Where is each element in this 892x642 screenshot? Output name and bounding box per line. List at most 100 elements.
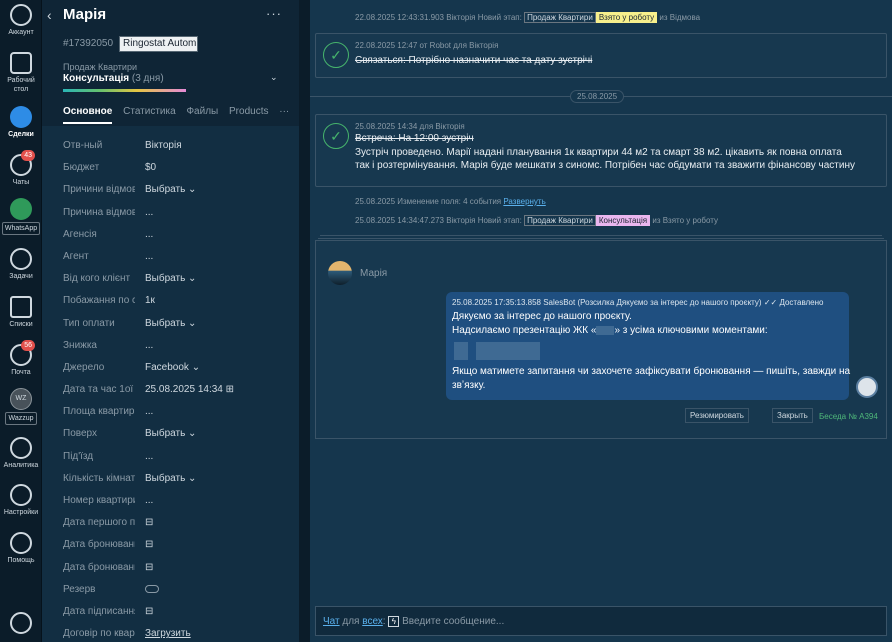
calendar-icon[interactable]: ⊟ bbox=[145, 562, 153, 573]
message-input[interactable]: Введите сообщение... bbox=[402, 616, 504, 627]
recipient-select[interactable]: всех bbox=[362, 616, 383, 627]
conversation-id[interactable]: Беседа № А394 bbox=[819, 412, 878, 421]
nav-rail: Аккаунт Рабочий стол Сделки 43 Чаты What… bbox=[0, 0, 42, 642]
field-value[interactable]: ... bbox=[145, 229, 153, 240]
composer-row: Чат для всех: ϟ Введите сообщение... bbox=[323, 616, 505, 627]
field-value[interactable]: Выбрать ⌄ bbox=[145, 428, 196, 439]
field-value[interactable]: Выбрать ⌄ bbox=[145, 473, 196, 484]
field-row: Агенсія... bbox=[63, 224, 299, 246]
field-value[interactable]: Выбрать ⌄ bbox=[145, 184, 196, 195]
chat-type-select[interactable]: Чат bbox=[323, 616, 340, 627]
nav-chats[interactable]: 43 Чаты bbox=[0, 150, 42, 187]
stack-edge bbox=[320, 235, 882, 236]
field-value[interactable]: ... bbox=[145, 406, 153, 417]
calendar-icon[interactable]: ⊟ bbox=[145, 517, 153, 528]
field-value[interactable]: ... bbox=[145, 495, 153, 506]
task-meta: 22.08.2025 12:47 от Robot для Вікторія bbox=[355, 41, 499, 50]
date-separator: 25.08.2025 bbox=[570, 90, 625, 103]
check-circle-icon[interactable]: ✓ bbox=[323, 42, 349, 68]
event-tail: из Відмова bbox=[659, 13, 701, 22]
calendar-icon[interactable]: ⊟ bbox=[145, 606, 153, 617]
whatsapp-icon bbox=[10, 198, 32, 220]
tab-more[interactable]: ··· bbox=[279, 106, 289, 117]
field-change-event: 25.08.2025 Изменение поля: 4 события Раз… bbox=[355, 197, 546, 206]
field-row: Причина відмови... bbox=[63, 202, 299, 224]
field-label: Договір по квар bbox=[63, 628, 135, 640]
gear-icon bbox=[10, 484, 32, 506]
stage-select[interactable]: Консультація (3 дня) bbox=[63, 73, 164, 84]
expand-link[interactable]: Развернуть bbox=[503, 197, 545, 206]
field-value[interactable]: ... bbox=[145, 207, 153, 218]
field-label: Дата підписання bbox=[63, 605, 135, 617]
nav-deals[interactable]: Сделки bbox=[0, 106, 42, 139]
stage-change-event: 25.08.2025 14:34:47.273 Вікторія Новий э… bbox=[355, 215, 718, 226]
avatar bbox=[328, 261, 352, 285]
stage-progress bbox=[63, 89, 186, 92]
nav-help-label: Помощь bbox=[7, 557, 35, 564]
field-label: Поверх bbox=[63, 428, 97, 440]
field-value[interactable]: ... bbox=[145, 451, 153, 462]
dollar-icon bbox=[10, 106, 32, 128]
field-value[interactable]: $0 bbox=[145, 162, 156, 173]
nav-desktop[interactable]: Рабочий стол bbox=[0, 52, 42, 94]
summarize-button[interactable]: Резюмировать bbox=[685, 408, 749, 423]
nav-settings[interactable]: Настройки bbox=[0, 484, 42, 517]
field-label: Знижка bbox=[63, 339, 97, 351]
field-row: Дата бронюванн ⊟ bbox=[63, 557, 299, 579]
task-text: Связаться: Потрібно назначити час та дат… bbox=[355, 55, 593, 66]
task-title: Встреча: На 12:00 зустріч bbox=[355, 133, 474, 144]
field-label: Причини відмови bbox=[63, 184, 135, 196]
lead-title[interactable]: Марія bbox=[63, 6, 106, 23]
nav-whatsapp[interactable]: WhatsApp bbox=[0, 198, 42, 235]
back-icon[interactable]: ‹ bbox=[47, 7, 52, 23]
lead-panel: ‹ Марія ··· #17392050 Ringostat Autom Пр… bbox=[42, 0, 299, 642]
panel-divider[interactable] bbox=[299, 0, 310, 642]
field-value[interactable]: ... bbox=[145, 251, 153, 262]
lead-tag[interactable]: Ringostat Autom bbox=[119, 36, 198, 52]
field-value[interactable]: ... bbox=[145, 340, 153, 351]
field-value[interactable]: Выбрать ⌄ bbox=[145, 273, 196, 284]
field-label: Номер квартири bbox=[63, 495, 135, 506]
chats-badge: 43 bbox=[21, 150, 35, 161]
event-tail: из Взято у роботу bbox=[652, 216, 719, 225]
stack-edge bbox=[318, 238, 884, 239]
event-text: 25.08.2025 14:34:47.273 Вікторія Новий э… bbox=[355, 216, 522, 225]
lightning-icon[interactable]: ϟ bbox=[388, 616, 400, 627]
calendar-icon[interactable]: ⊟ bbox=[145, 539, 153, 550]
close-chat-button[interactable]: Закрыть bbox=[772, 408, 813, 423]
nav-account[interactable]: Аккаунт bbox=[0, 4, 42, 37]
field-row: Дата підписання ⊟ bbox=[63, 601, 299, 623]
nav-mail[interactable]: 56 Почта bbox=[0, 340, 42, 377]
field-value[interactable]: 25.08.2025 14:34 ⊞ bbox=[145, 384, 234, 395]
redacted-block bbox=[596, 325, 615, 335]
nav-tasks[interactable]: Задачи bbox=[0, 248, 42, 281]
field-row: Причини відмови Выбрать ⌄ bbox=[63, 179, 299, 201]
stage-change-event: 22.08.2025 12:43:31.903 Вікторія Новий э… bbox=[355, 12, 700, 23]
tab-products[interactable]: Products bbox=[229, 106, 268, 117]
check-circle-icon[interactable]: ✓ bbox=[323, 123, 349, 149]
field-value[interactable]: Выбрать ⌄ bbox=[145, 318, 196, 329]
tab-files[interactable]: Файлы bbox=[186, 106, 218, 117]
nav-lists-label: Списки bbox=[9, 321, 33, 328]
tab-main[interactable]: Основное bbox=[63, 106, 113, 124]
field-value[interactable]: Facebook ⌄ bbox=[145, 362, 200, 373]
field-row: Номер квартири... bbox=[63, 490, 299, 512]
upload-link[interactable]: Загрузить bbox=[145, 628, 191, 639]
field-value[interactable]: 1к bbox=[145, 295, 155, 306]
message-line: Надсилаємо презентацію ЖК « » з усіма клю… bbox=[452, 325, 768, 336]
tab-statistics[interactable]: Статистика bbox=[123, 106, 176, 117]
composer-for: для bbox=[342, 616, 360, 627]
nav-deals-label: Сделки bbox=[8, 131, 34, 138]
more-menu-icon[interactable]: ··· bbox=[266, 6, 282, 21]
message-line: звʼязку. bbox=[452, 380, 486, 391]
nav-help[interactable]: Помощь bbox=[0, 532, 42, 565]
reserve-toggle[interactable] bbox=[145, 584, 159, 595]
mail-badge: 56 bbox=[21, 340, 35, 351]
nav-notifications[interactable] bbox=[0, 612, 42, 636]
field-value[interactable]: Вікторія bbox=[145, 140, 182, 151]
nav-wazzup[interactable]: WZ Wazzup bbox=[0, 388, 42, 425]
nav-analytics[interactable]: Аналитика bbox=[0, 437, 42, 470]
field-label: Від кого клієнт bbox=[63, 273, 131, 285]
nav-lists[interactable]: Списки bbox=[0, 296, 42, 329]
chevron-down-icon[interactable]: ⌄ bbox=[270, 72, 278, 83]
